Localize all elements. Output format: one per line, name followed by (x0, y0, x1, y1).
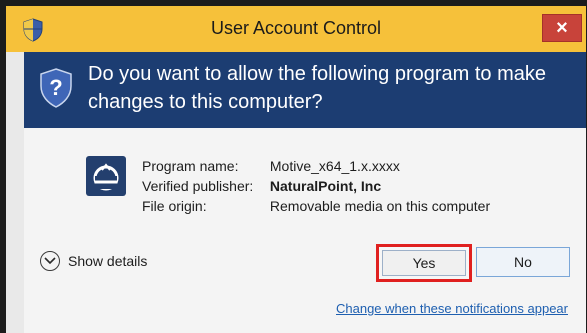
uac-dialog: User Account Control × ? Do you want to … (6, 6, 586, 333)
svg-text:?: ? (49, 75, 62, 100)
detail-row-program-name: Program name: Motive_x64_1.x.xxxx (142, 156, 490, 176)
chevron-down-icon (40, 251, 60, 272)
detail-row-file-origin: File origin: Removable media on this com… (142, 196, 490, 216)
window-title: User Account Control (210, 18, 382, 38)
header-band: ? Do you want to allow the following pro… (24, 52, 586, 128)
detail-value: Motive_x64_1.x.xxxx (269, 158, 400, 174)
change-notifications-link[interactable]: Change when these notifications appear (336, 301, 568, 316)
no-button[interactable]: No (476, 247, 570, 277)
dialog-body: Program name: Motive_x64_1.x.xxxx Verifi… (24, 128, 586, 333)
detail-value: Removable media on this computer (269, 198, 491, 214)
detail-row-publisher: Verified publisher: NaturalPoint, Inc (142, 176, 490, 196)
dialog-left-edge (6, 52, 24, 333)
program-details: Program name: Motive_x64_1.x.xxxx Verifi… (142, 156, 490, 216)
show-details-label: Show details (68, 253, 148, 269)
detail-label: File origin: (142, 198, 207, 214)
show-details-toggle[interactable]: Show details (40, 250, 147, 272)
header-question: Do you want to allow the following progr… (88, 63, 547, 113)
app-icon (86, 156, 126, 196)
detail-value: NaturalPoint, Inc (269, 178, 382, 194)
title-bar: User Account Control × (6, 6, 586, 53)
close-button[interactable]: × (542, 14, 582, 42)
yes-button-label: Yes (382, 250, 466, 276)
detail-label: Program name: (142, 158, 239, 174)
detail-label: Verified publisher: (142, 178, 254, 194)
question-shield-icon: ? (40, 68, 72, 108)
yes-button[interactable]: Yes (376, 244, 472, 282)
